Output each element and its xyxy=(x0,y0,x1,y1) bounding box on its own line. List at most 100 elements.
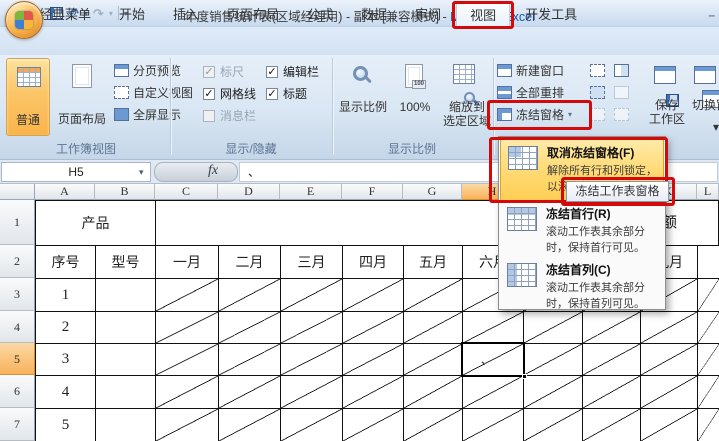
column-header-A[interactable]: A xyxy=(35,184,95,200)
new-window-button[interactable]: 新建窗口 xyxy=(497,60,564,80)
column-header-E[interactable]: E xyxy=(280,184,342,200)
cell-data[interactable] xyxy=(403,408,463,441)
column-header-D[interactable]: D xyxy=(218,184,280,200)
hide-button[interactable] xyxy=(590,82,605,102)
cell-row2-C[interactable]: 一月 xyxy=(155,245,219,279)
checkbox-标题[interactable]: ✓ 标题 xyxy=(266,85,307,102)
cell-data[interactable] xyxy=(582,375,641,409)
zoom-button[interactable]: 显示比例 xyxy=(336,58,390,138)
select-all-corner[interactable] xyxy=(0,184,35,200)
menu-item-2[interactable]: 冻结首行(R) 滚动工作表其余部分 时，保持首行可见。 xyxy=(500,201,664,257)
cell-data[interactable] xyxy=(218,343,281,376)
cell-data[interactable] xyxy=(155,311,219,344)
row-header-5[interactable]: 5 xyxy=(0,343,35,375)
cell-data[interactable] xyxy=(342,278,404,312)
cell-data[interactable] xyxy=(403,375,463,409)
cell-row2-B[interactable]: 型号 xyxy=(95,245,156,279)
row-header-1[interactable]: 1 xyxy=(0,200,35,245)
cell-data[interactable] xyxy=(462,375,524,409)
arrange-all-button[interactable]: 全部重排 xyxy=(497,82,564,102)
column-header-B[interactable]: B xyxy=(95,184,155,200)
column-header-L[interactable]: L xyxy=(697,184,719,200)
cell-data[interactable] xyxy=(640,375,698,409)
cell-row2-L[interactable] xyxy=(697,245,719,279)
tab-插入[interactable]: 插入 xyxy=(160,2,212,28)
cell-data[interactable] xyxy=(218,375,281,409)
freeze-panes-button[interactable]: 冻结窗格 ▾ xyxy=(497,104,572,124)
cell-model-blank[interactable] xyxy=(95,311,156,344)
cell-data[interactable] xyxy=(523,375,583,409)
minimize-icon[interactable]: – xyxy=(708,8,715,22)
cell-data[interactable] xyxy=(155,408,219,441)
cell-data[interactable] xyxy=(697,278,719,312)
tab-开始[interactable]: 开始 xyxy=(106,2,158,28)
row-header-2[interactable]: 2 xyxy=(0,245,35,278)
cell-data[interactable] xyxy=(218,278,281,312)
cell-data[interactable] xyxy=(697,375,719,409)
cell-model-blank[interactable] xyxy=(95,375,156,409)
checkbox-icon[interactable]: ✓ xyxy=(266,65,278,78)
cell-serial-4[interactable]: 4 xyxy=(35,375,96,409)
name-box[interactable]: H5 xyxy=(1,162,151,182)
split-button[interactable] xyxy=(590,60,605,80)
cell-row2-E[interactable]: 三月 xyxy=(280,245,343,279)
zoom-to-selection-button[interactable]: 缩放到 选定区域 xyxy=(440,58,494,142)
cell-row2-G[interactable]: 五月 xyxy=(403,245,463,279)
cell-data[interactable] xyxy=(155,278,219,312)
cell-data[interactable] xyxy=(462,408,524,441)
cell-data[interactable] xyxy=(155,343,219,376)
cell-data[interactable] xyxy=(640,343,698,376)
cell-serial-3[interactable]: 3 xyxy=(35,343,96,376)
row-header-6[interactable]: 6 xyxy=(0,375,35,408)
cell-data[interactable] xyxy=(697,408,719,441)
cell-serial-2[interactable]: 2 xyxy=(35,311,96,344)
row-header-4[interactable]: 4 xyxy=(0,311,35,343)
cell-row2-A[interactable]: 序号 xyxy=(35,245,96,279)
switch-windows-button[interactable]: 切换窗口 ▾ xyxy=(690,58,719,140)
tab-数据[interactable]: 数据 xyxy=(348,2,400,28)
cell-data[interactable] xyxy=(640,408,698,441)
insert-function-icon[interactable]: fx xyxy=(208,163,218,179)
cell-data[interactable] xyxy=(218,311,281,344)
checkbox-网格线[interactable]: ✓ 网格线 xyxy=(203,85,256,102)
checkbox-icon[interactable]: ✓ xyxy=(266,87,278,100)
cell-data[interactable] xyxy=(403,311,463,344)
cell-data[interactable] xyxy=(155,375,219,409)
row-header-7[interactable]: 7 xyxy=(0,408,35,441)
cell-model-blank[interactable] xyxy=(95,278,156,312)
fill-handle[interactable] xyxy=(522,374,527,379)
cell-data[interactable] xyxy=(342,311,404,344)
cell-data[interactable] xyxy=(523,311,583,344)
cell-data[interactable] xyxy=(640,311,698,344)
view-side-by-side-button[interactable] xyxy=(614,60,629,80)
cell-product[interactable]: 产品 xyxy=(35,200,156,246)
cell-serial-1[interactable]: 1 xyxy=(35,278,96,312)
cell-model-blank[interactable] xyxy=(95,343,156,376)
row-header-3[interactable]: 3 xyxy=(0,278,35,311)
cell-data[interactable] xyxy=(697,311,719,344)
cell-data[interactable] xyxy=(523,408,583,441)
page-layout-view-button[interactable]: 页面布局 xyxy=(52,58,112,136)
normal-view-button[interactable]: 普通 xyxy=(6,58,50,136)
cell-data[interactable] xyxy=(582,343,641,376)
office-button[interactable] xyxy=(5,1,43,39)
cell-data[interactable] xyxy=(280,343,343,376)
cell-model-blank[interactable] xyxy=(95,408,156,441)
cell-data[interactable] xyxy=(280,375,343,409)
zoom-100-button[interactable]: 100 100% xyxy=(392,58,438,138)
cell-data[interactable] xyxy=(280,311,343,344)
save-workspace-button[interactable]: 保存 工作区 xyxy=(642,58,692,140)
cell-serial-5[interactable]: 5 xyxy=(35,408,96,441)
menu-item-3[interactable]: 冻结首列(C) 滚动工作表其余部分 时，保持首列可见。 xyxy=(500,257,664,310)
custom-views-button[interactable]: 自定义视图 xyxy=(114,82,193,102)
cell-row2-D[interactable]: 二月 xyxy=(218,245,281,279)
tab-审阅[interactable]: 审阅 xyxy=(402,2,454,28)
column-header-F[interactable]: F xyxy=(342,184,403,200)
cell-data[interactable] xyxy=(342,343,404,376)
cell-data[interactable] xyxy=(403,278,463,312)
column-header-G[interactable]: G xyxy=(403,184,462,200)
selected-cell-H5[interactable]: 、 xyxy=(461,342,527,379)
cell-data[interactable] xyxy=(582,408,641,441)
cell-data[interactable] xyxy=(462,311,524,344)
cell-data[interactable] xyxy=(697,343,719,376)
